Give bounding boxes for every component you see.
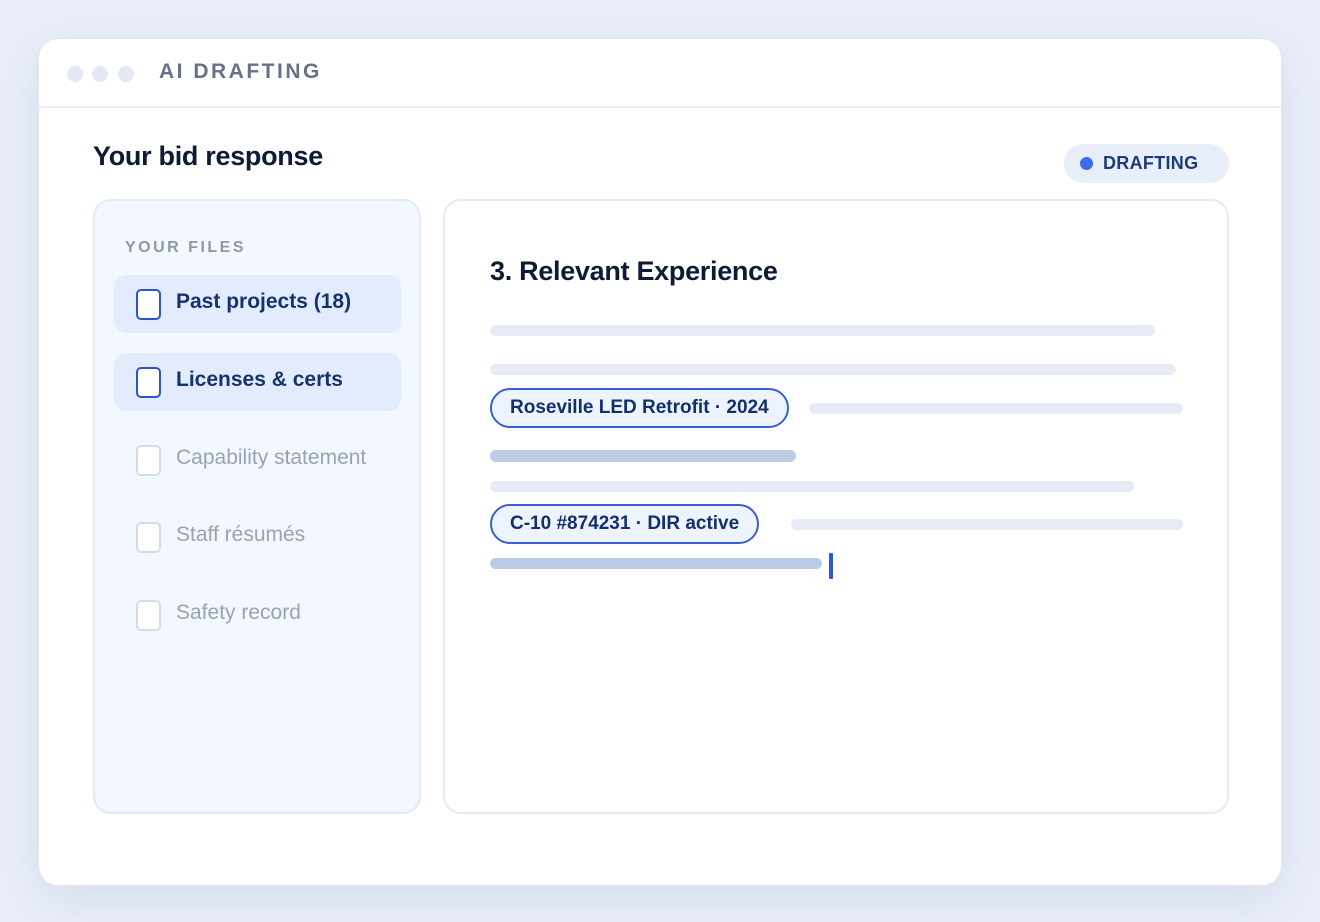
file-item-licenses-certs[interactable]: Licenses & certs bbox=[114, 353, 401, 411]
file-label: Staff résumés bbox=[176, 523, 306, 546]
text-placeholder-line bbox=[490, 450, 796, 462]
text-placeholder-line bbox=[490, 558, 822, 569]
text-placeholder-line bbox=[809, 403, 1183, 414]
status-label: DRAFTING bbox=[1103, 153, 1199, 173]
app-title: AI DRAFTING bbox=[159, 60, 322, 83]
file-item-past-projects[interactable]: Past projects (18) bbox=[114, 275, 401, 333]
files-panel: YOUR FILES Past projects (18) Licenses &… bbox=[93, 199, 421, 814]
file-item-staff-resumes[interactable]: Staff résumés bbox=[114, 508, 401, 566]
text-cursor bbox=[829, 553, 833, 579]
section-title: 3. Relevant Experience bbox=[490, 256, 778, 286]
checkbox-icon[interactable] bbox=[136, 367, 161, 398]
window-control-dot[interactable] bbox=[92, 66, 108, 82]
text-placeholder-line bbox=[490, 364, 1176, 375]
page-title: Your bid response bbox=[93, 141, 323, 171]
checkbox-icon[interactable] bbox=[136, 289, 161, 320]
file-label: Safety record bbox=[176, 601, 301, 624]
file-label: Licenses & certs bbox=[176, 368, 343, 391]
files-heading: YOUR FILES bbox=[125, 239, 247, 256]
window-control-dot[interactable] bbox=[67, 66, 83, 82]
draft-panel[interactable]: 3. Relevant Experience Roseville LED Ret… bbox=[443, 199, 1229, 814]
text-placeholder-line bbox=[791, 519, 1183, 530]
checkbox-icon[interactable] bbox=[136, 600, 161, 631]
checkbox-icon[interactable] bbox=[136, 522, 161, 553]
citation-chip[interactable]: C-10 #874231 · DIR active bbox=[490, 504, 760, 544]
title-bar: AI DRAFTING bbox=[39, 39, 1281, 108]
citation-chip[interactable]: Roseville LED Retrofit · 2024 bbox=[490, 388, 789, 428]
file-label: Capability statement bbox=[176, 446, 367, 469]
app-window: AI DRAFTING Your bid response DRAFTING Y… bbox=[38, 38, 1282, 886]
text-placeholder-line bbox=[490, 481, 1134, 492]
status-badge: DRAFTING bbox=[1064, 144, 1229, 183]
window-control-dot[interactable] bbox=[118, 66, 134, 82]
checkbox-icon[interactable] bbox=[136, 445, 161, 476]
file-item-safety-record[interactable]: Safety record bbox=[114, 586, 401, 644]
status-dot-icon bbox=[1080, 157, 1093, 170]
text-placeholder-line bbox=[490, 325, 1155, 336]
file-label: Past projects (18) bbox=[176, 290, 352, 313]
file-item-capability-statement[interactable]: Capability statement bbox=[114, 431, 401, 489]
